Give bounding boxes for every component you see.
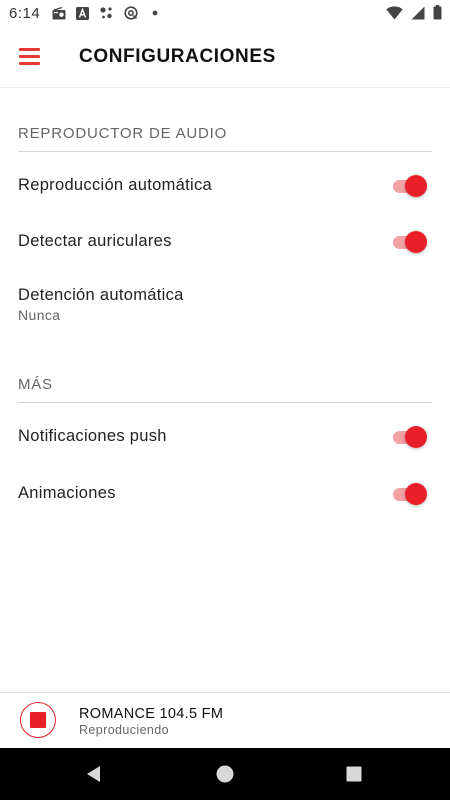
push-toggle[interactable] bbox=[393, 426, 427, 448]
notification-icons bbox=[52, 6, 158, 20]
setting-push[interactable]: Notificaciones push bbox=[18, 417, 432, 457]
stop-icon bbox=[30, 712, 46, 728]
headphones-toggle[interactable] bbox=[393, 231, 427, 253]
station-status: Reproduciendo bbox=[79, 723, 169, 737]
recents-icon[interactable] bbox=[342, 762, 366, 786]
battery-icon bbox=[433, 5, 442, 20]
signal-icon bbox=[411, 6, 425, 19]
player-bar: ROMANCE 104.5 FM Reproduciendo bbox=[0, 692, 450, 749]
setting-animations[interactable]: Animaciones bbox=[18, 474, 432, 514]
setting-headphones-label: Detectar auriculares bbox=[18, 232, 172, 250]
setting-autoplay[interactable]: Reproducción automática bbox=[18, 166, 432, 206]
setting-push-label: Notificaciones push bbox=[18, 427, 167, 445]
setting-autostop-value: Nunca bbox=[18, 307, 61, 323]
wifi-icon bbox=[386, 5, 403, 19]
nav-bar bbox=[0, 748, 450, 800]
status-time: 6:14 bbox=[9, 5, 41, 22]
back-icon[interactable] bbox=[82, 762, 106, 786]
station-name: ROMANCE 104.5 FM bbox=[79, 706, 224, 722]
setting-autostop-label: Detención automática bbox=[18, 286, 184, 304]
setting-animations-label: Animaciones bbox=[18, 484, 116, 502]
system-icons bbox=[386, 5, 442, 20]
page-title: CONFIGURACIONES bbox=[79, 46, 276, 67]
animations-toggle[interactable] bbox=[393, 483, 427, 505]
section-header-more: MÁS bbox=[18, 376, 432, 403]
autoplay-toggle[interactable] bbox=[393, 175, 427, 197]
a-box-icon bbox=[76, 6, 89, 20]
section-header-audio: REPRODUCTOR DE AUDIO bbox=[18, 125, 432, 152]
radio-icon bbox=[52, 6, 66, 19]
status-bar: 6:14 bbox=[0, 0, 450, 28]
stop-button[interactable] bbox=[20, 702, 56, 738]
setting-headphones[interactable]: Detectar auriculares bbox=[18, 222, 432, 262]
app-bar: CONFIGURACIONES bbox=[0, 28, 450, 88]
at-sign-icon bbox=[124, 6, 138, 20]
setting-autoplay-label: Reproducción automática bbox=[18, 176, 213, 194]
home-icon[interactable] bbox=[213, 762, 237, 786]
setting-autostop[interactable]: Detención automática Nunca bbox=[18, 276, 432, 332]
dot-icon bbox=[152, 10, 158, 16]
assistant-dots-icon bbox=[100, 7, 112, 19]
hamburger-menu-icon[interactable] bbox=[18, 46, 42, 66]
